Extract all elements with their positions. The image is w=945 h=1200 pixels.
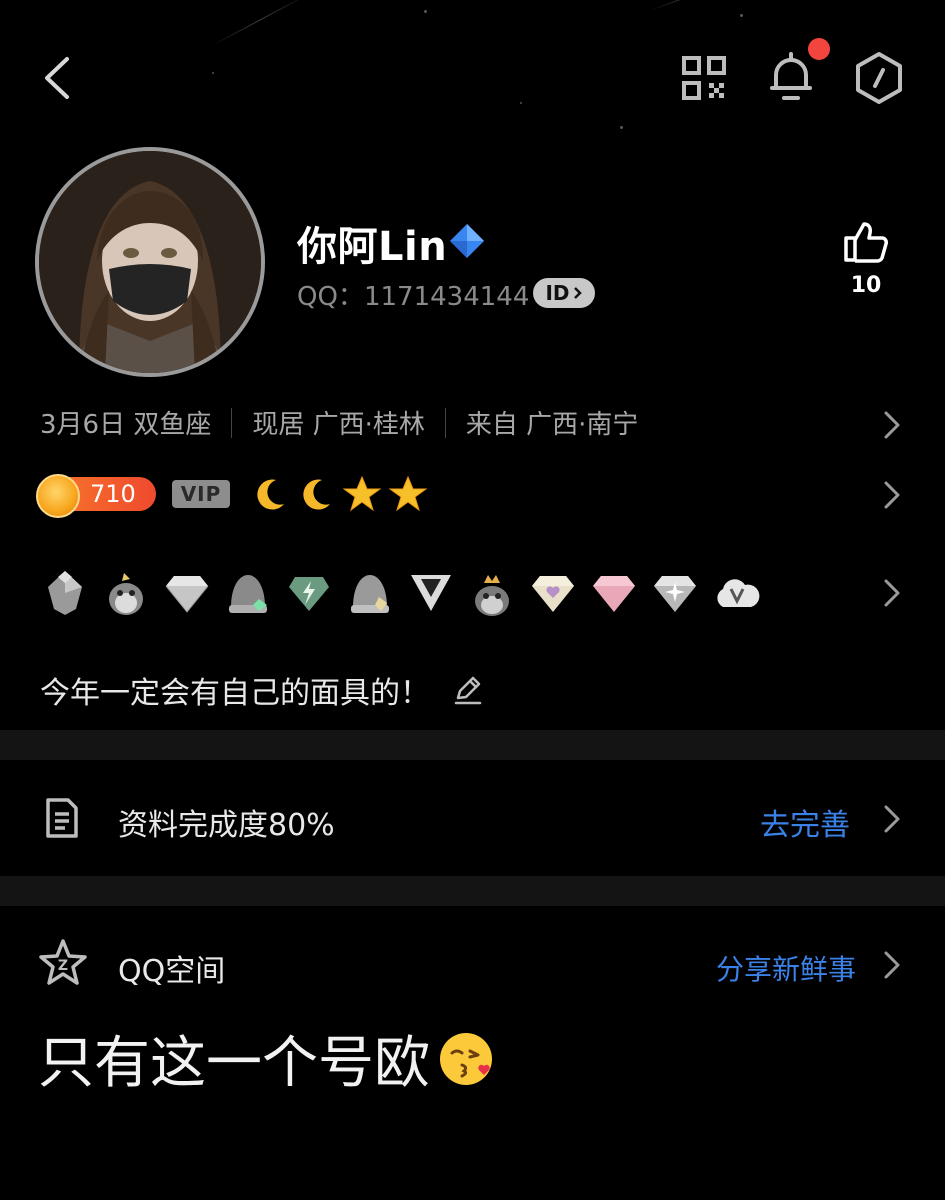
section-divider	[0, 730, 945, 760]
level-row[interactable]: 710 VIP	[36, 474, 428, 518]
chevron-right-icon[interactable]	[883, 804, 901, 834]
chevron-right-icon[interactable]	[883, 578, 901, 608]
pink-diamond-badge-icon	[589, 568, 639, 618]
heart-diamond-badge-icon	[528, 568, 578, 618]
sparkle-diamond-badge-icon	[650, 568, 700, 618]
qq-label: QQ：	[297, 282, 364, 312]
like-count: 10	[850, 273, 882, 298]
qr-code-icon[interactable]	[678, 52, 730, 104]
section-divider	[0, 876, 945, 906]
qq-number: 1171434144	[363, 282, 530, 312]
divider	[231, 407, 233, 438]
profile-info-row[interactable]: 3月6日 双鱼座 现居 广西·桂林 来自 广西·南宁	[40, 404, 638, 441]
svg-text:Z: Z	[58, 958, 68, 974]
hometown-text: 来自 广西·南宁	[465, 410, 639, 440]
kissing-face-emoji-icon	[438, 1031, 494, 1087]
points-value: 710	[90, 480, 136, 508]
signature[interactable]: 今年一定会有自己的面具的！	[40, 668, 484, 712]
crowned-penguin-badge-icon	[467, 568, 517, 618]
pencil-icon[interactable]	[452, 674, 484, 706]
nickname: 你阿Lin	[297, 224, 448, 270]
shield-badge-icon	[40, 568, 90, 618]
star-icon: Z	[38, 938, 88, 992]
moon-icon	[296, 474, 336, 514]
notification-dot	[808, 38, 830, 60]
divider	[444, 407, 446, 438]
chevron-right-icon[interactable]	[883, 480, 901, 510]
moon-icon	[250, 474, 290, 514]
qzone-row[interactable]: Z QQ空间 分享新鲜事	[0, 906, 945, 1016]
qzone-latest-post[interactable]: 只有这一个号欧	[38, 1018, 494, 1099]
chevron-right-icon[interactable]	[883, 950, 901, 980]
badges-row[interactable]	[40, 568, 772, 618]
star-icon	[388, 474, 428, 514]
diamond-badge-icon	[162, 568, 212, 618]
birthday-text: 3月6日 双鱼座	[40, 410, 212, 440]
vip-badge: VIP	[172, 480, 230, 508]
star-icon	[342, 474, 382, 514]
points-pill: 710	[36, 474, 156, 518]
diamond-badge-icon[interactable]	[448, 222, 486, 260]
coin-icon	[36, 474, 80, 518]
completion-label: 资料完成度80%	[118, 808, 335, 843]
profile-completion-row[interactable]: 资料完成度80% 去完善	[0, 760, 945, 875]
id-badge[interactable]: ID	[533, 278, 595, 308]
cloud-v-badge-icon	[711, 568, 761, 618]
penguin-badge-icon	[101, 568, 151, 618]
v-badge-icon	[406, 568, 456, 618]
latest-post-text: 只有这一个号欧	[38, 1031, 430, 1096]
qzone-label: QQ空间	[118, 954, 226, 989]
hexagon-settings-icon[interactable]	[852, 50, 906, 106]
back-arrow-icon[interactable]	[34, 52, 78, 104]
qq-number-line: QQ：1171434144	[297, 276, 529, 313]
helmet-badge-icon	[345, 568, 395, 618]
residence-text: 现居 广西·桂林	[252, 410, 425, 440]
signature-text: 今年一定会有自己的面具的！	[40, 676, 430, 711]
complete-profile-link[interactable]: 去完善	[760, 800, 850, 844]
id-badge-label: ID	[545, 281, 570, 305]
avatar[interactable]	[35, 147, 265, 377]
helmet-badge-icon	[223, 568, 273, 618]
share-news-link[interactable]: 分享新鲜事	[716, 948, 856, 988]
lightning-badge-icon	[284, 568, 334, 618]
document-icon	[44, 796, 80, 844]
thumbs-up-icon[interactable]	[842, 220, 890, 264]
chevron-right-icon[interactable]	[883, 410, 901, 440]
